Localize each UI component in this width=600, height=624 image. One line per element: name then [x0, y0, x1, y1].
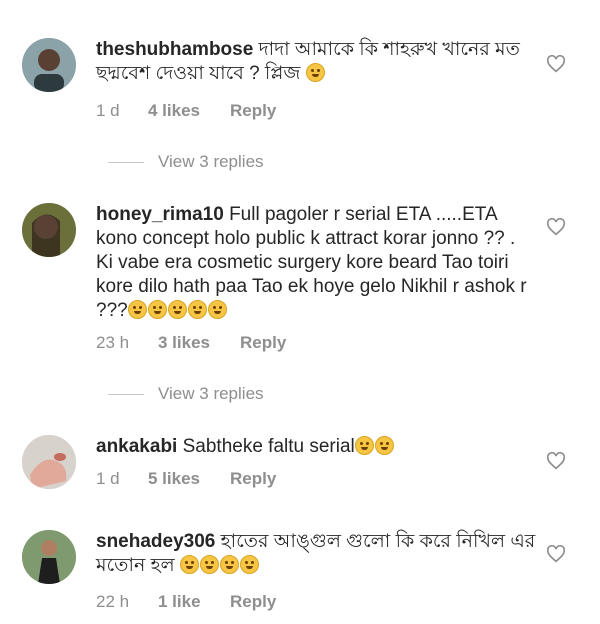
- avatar[interactable]: [22, 38, 76, 92]
- thinking-face-icon: [180, 555, 199, 574]
- heart-icon[interactable]: [546, 55, 566, 73]
- heart-icon[interactable]: [546, 545, 566, 563]
- laughing-face-icon: [147, 300, 167, 319]
- likes-count[interactable]: 4 likes: [148, 101, 230, 121]
- laughing-face-icon: [207, 300, 227, 319]
- view-replies-label: View 3 replies: [158, 384, 264, 403]
- timestamp: 22 h: [96, 592, 130, 611]
- laughing-face-icon: [220, 555, 239, 574]
- username[interactable]: ankakabi: [96, 436, 177, 457]
- heart-icon[interactable]: [546, 218, 566, 236]
- view-replies-button[interactable]: View 3 replies: [108, 384, 264, 404]
- heart-icon[interactable]: [546, 452, 566, 470]
- smirk-face-icon: [200, 555, 219, 574]
- divider: [108, 393, 144, 395]
- avatar[interactable]: [22, 530, 76, 584]
- laughing-face-icon: [240, 555, 259, 574]
- laughing-face-icon: [167, 300, 187, 319]
- likes-count[interactable]: 1 like: [158, 592, 230, 612]
- comment-meta: 23 h 3 likes Reply: [96, 333, 286, 353]
- grimace-face-icon: [354, 436, 374, 455]
- reply-button[interactable]: Reply: [230, 101, 276, 121]
- sad-face-icon: [305, 63, 325, 82]
- comment-body: ankakabi Sabtheke faltu serial: [96, 435, 536, 459]
- laughing-face-icon: [127, 300, 147, 319]
- reply-button[interactable]: Reply: [230, 469, 276, 489]
- view-replies-label: View 3 replies: [158, 152, 264, 171]
- view-replies-button[interactable]: View 3 replies: [108, 152, 264, 172]
- divider: [108, 161, 144, 163]
- comment-meta: 1 d 4 likes Reply: [96, 101, 276, 121]
- likes-count[interactable]: 5 likes: [148, 469, 230, 489]
- username[interactable]: honey_rima10: [96, 204, 224, 225]
- comment-text: Sabtheke faltu serial: [182, 436, 355, 457]
- timestamp: 23 h: [96, 333, 130, 352]
- avatar[interactable]: [22, 435, 76, 489]
- avatar[interactable]: [22, 203, 76, 257]
- timestamp: 1 d: [96, 101, 120, 120]
- comment-body: honey_rima10 Full pagoler r serial ETA .…: [96, 203, 536, 323]
- comment-meta: 22 h 1 like Reply: [96, 592, 276, 612]
- comment-body: theshubhambose দাদা আমাকে কি শাহরুখ খানে…: [96, 38, 536, 86]
- laughing-face-icon: [187, 300, 207, 319]
- reply-button[interactable]: Reply: [230, 592, 276, 612]
- comment-meta: 1 d 5 likes Reply: [96, 469, 276, 489]
- username[interactable]: snehadey306: [96, 531, 215, 552]
- likes-count[interactable]: 3 likes: [158, 333, 240, 353]
- username[interactable]: theshubhambose: [96, 39, 253, 60]
- comment-body: snehadey306 হাতের আঙ্গুল গুলো কি করে নিখ…: [96, 530, 536, 578]
- timestamp: 1 d: [96, 469, 120, 488]
- reply-button[interactable]: Reply: [240, 333, 286, 353]
- grimace-face-icon: [374, 436, 394, 455]
